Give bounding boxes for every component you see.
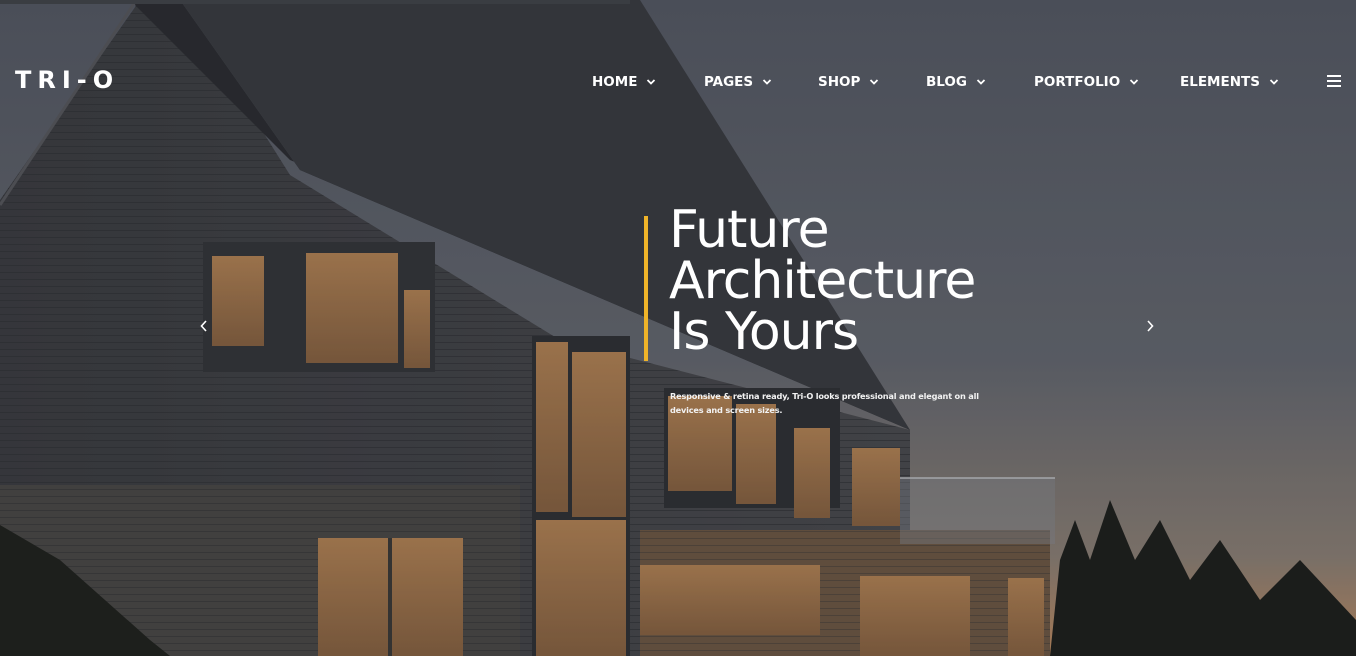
nav-item-elements[interactable]: ELEMENTS <box>1180 70 1279 94</box>
nav-item-label: BLOG <box>926 74 967 90</box>
chevron-down-icon <box>647 79 656 85</box>
accent-bar <box>644 216 648 361</box>
main-navigation: HOME PAGES SHOP BLOG PORTFOLIO ELEMENTS <box>0 70 1356 94</box>
nav-item-label: ELEMENTS <box>1180 74 1260 90</box>
chevron-left-icon[interactable] <box>198 318 210 334</box>
nav-item-pages[interactable]: PAGES <box>704 70 772 94</box>
nav-item-shop[interactable]: SHOP <box>818 70 879 94</box>
hero-title-line: Future <box>669 200 830 260</box>
chevron-down-icon <box>1269 79 1279 85</box>
nav-item-portfolio[interactable]: PORTFOLIO <box>1034 70 1139 94</box>
chevron-right-icon[interactable] <box>1144 318 1156 334</box>
hero-title: Future Architecture Is Yours <box>669 200 1089 362</box>
chevron-down-icon <box>870 79 879 85</box>
nav-item-label: PAGES <box>704 74 754 90</box>
nav-item-blog[interactable]: BLOG <box>926 70 986 94</box>
chevron-down-icon <box>763 79 772 85</box>
chevron-down-icon <box>976 79 986 85</box>
hamburger-menu-icon[interactable] <box>1327 75 1341 87</box>
hero-title-line: Architecture <box>669 251 976 311</box>
nav-item-label: PORTFOLIO <box>1034 74 1121 90</box>
nav-item-label: SHOP <box>818 74 861 90</box>
hero-title-line: Is Yours <box>669 302 859 362</box>
hero-description: Responsive & retina ready, Tri-O looks p… <box>670 391 979 415</box>
top-strip <box>0 0 630 4</box>
nav-item-home[interactable]: HOME <box>592 70 656 94</box>
chevron-down-icon <box>1130 79 1139 85</box>
nav-item-label: HOME <box>592 74 638 90</box>
